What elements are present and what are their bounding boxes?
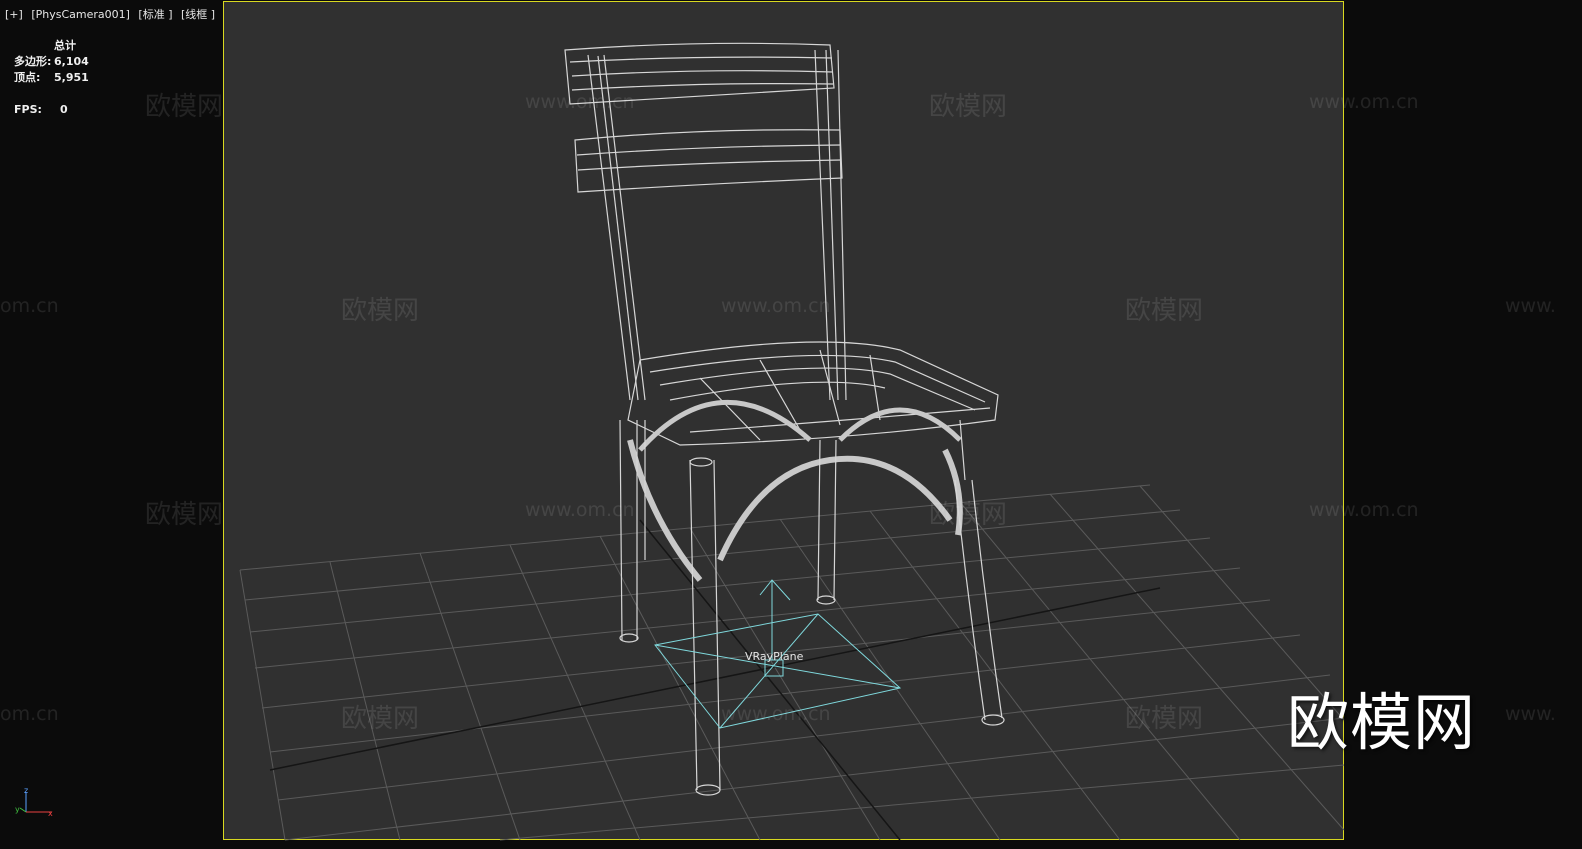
brand-logo: 欧模网 (1287, 686, 1477, 759)
axis-x-label: x (48, 809, 53, 818)
stats-polygons-label: 多边形: (14, 55, 52, 68)
axis-tripod-icon: z x y (15, 786, 53, 818)
axis-y-label: y (15, 805, 20, 814)
axis-z-label: z (24, 786, 28, 795)
viewport-label-menu[interactable]: [+] [PhysCamera001] [标准 ] [线框 ] (5, 6, 220, 22)
vrayplane-label: VRayPlane (745, 650, 804, 663)
stats-fps-value: 0 (60, 103, 68, 116)
viewport-shading-menu[interactable]: [线框 ] (181, 8, 215, 21)
stats-polygons-row: 多边形: 6,104 (14, 54, 89, 70)
viewport-camera-menu[interactable]: [PhysCamera001] (31, 8, 130, 21)
viewport-general-menu[interactable]: [+] (5, 8, 23, 21)
stats-header: 总计 (54, 39, 76, 52)
stats-vertices-value: 5,951 (54, 71, 89, 84)
scene-statistics: 总计 多边形: 6,104 顶点: 5,951 FPS: 0 (14, 38, 89, 118)
3d-viewport[interactable]: 欧模网 www.om.cn 欧模网 www.om.cn om.cn 欧模网 ww… (0, 0, 1582, 849)
stats-fps-row: FPS: 0 (14, 102, 89, 118)
viewport-view-mode-menu[interactable]: [标准 ] (138, 8, 172, 21)
stats-vertices-row: 顶点: 5,951 (14, 70, 89, 86)
stats-fps-label: FPS: (14, 103, 42, 116)
stats-polygons-value: 6,104 (54, 55, 89, 68)
grid-axis-lines (269, 519, 1161, 841)
stats-vertices-label: 顶点: (14, 71, 41, 84)
